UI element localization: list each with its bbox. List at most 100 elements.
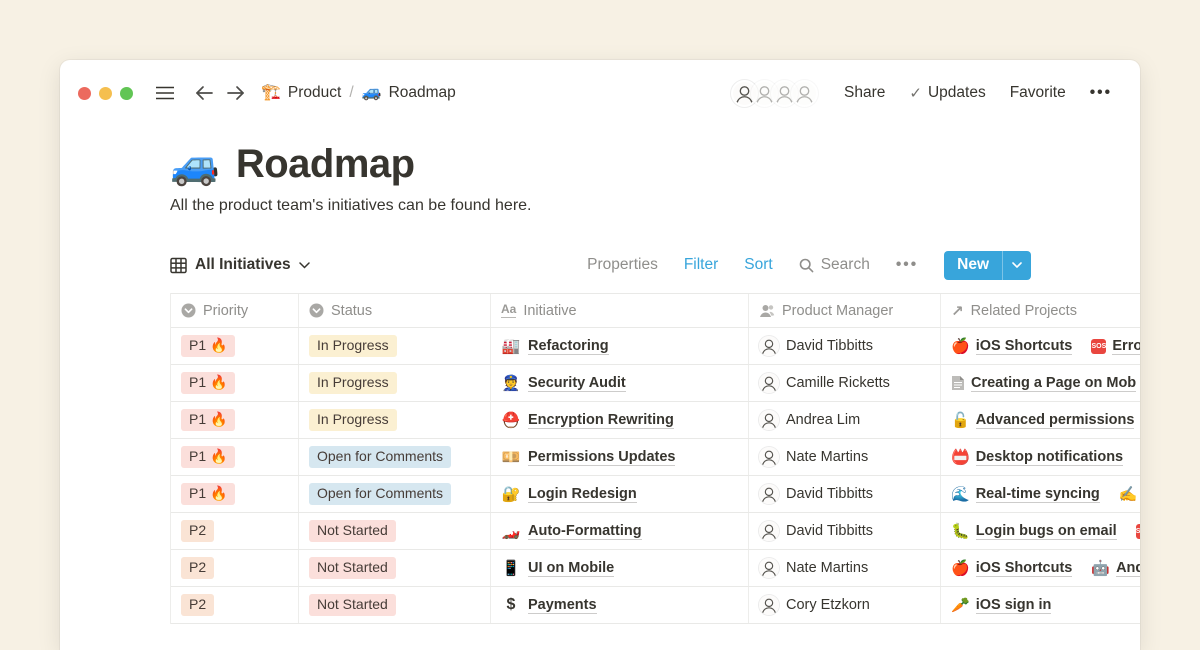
share-button[interactable]: Share [844,84,885,102]
column-header-related-projects[interactable]: ↗Related Projects [941,294,1140,327]
initiative-cell[interactable]: 🔐Login Redesign [491,476,749,512]
priority-cell[interactable]: P1 🔥 [171,365,299,401]
related-project-link[interactable]: iOS sign in [976,597,1052,614]
related-projects-cell[interactable]: 🍎iOS Shortcuts 🤖And [941,550,1140,586]
related-project[interactable]: 🤖And [1091,559,1140,577]
product-manager-cell[interactable]: Nate Martins [749,550,941,586]
related-project-link[interactable]: Real-time syncing [976,486,1100,503]
status-cell[interactable]: Open for Comments [299,439,491,475]
page-icon-car[interactable]: 🚙 [170,145,220,185]
priority-tag[interactable]: P1 🔥 [181,483,235,506]
priority-cell[interactable]: P2 [171,513,299,549]
status-cell[interactable]: In Progress [299,328,491,364]
related-project-link[interactable]: Advanced permissions [976,412,1135,429]
status-cell[interactable]: Not Started [299,513,491,549]
priority-cell[interactable]: P2 [171,587,299,623]
status-tag[interactable]: Not Started [309,520,396,543]
related-project-link[interactable]: iOS Shortcuts [976,338,1073,355]
initiative-link[interactable]: Auto-Formatting [528,523,642,540]
initiative-cell[interactable]: ⛑️Encryption Rewriting [491,402,749,438]
properties-button[interactable]: Properties [587,256,658,274]
close-window-button[interactable] [78,87,91,100]
priority-tag[interactable]: P1 🔥 [181,409,235,432]
view-more-options-icon[interactable]: ••• [896,256,918,274]
product-manager-cell[interactable]: David Tibbitts [749,476,941,512]
breadcrumb-roadmap[interactable]: Roadmap [389,84,456,102]
updates-button[interactable]: ✓ Updates [909,84,985,102]
related-project[interactable]: 🌊Real-time syncing [951,485,1100,503]
priority-tag[interactable]: P1 🔥 [181,446,235,469]
related-project-link[interactable]: And [1116,560,1140,577]
priority-cell[interactable]: P1 🔥 [171,476,299,512]
related-project[interactable]: 📛Desktop notifications [951,448,1123,466]
status-tag[interactable]: Not Started [309,594,396,617]
column-header-status[interactable]: Status [299,294,491,327]
product-manager-cell[interactable]: David Tibbitts [749,328,941,364]
related-project[interactable]: SOSErro [1091,338,1140,355]
initiative-cell[interactable]: 💴Permissions Updates [491,439,749,475]
status-tag[interactable]: In Progress [309,372,397,395]
related-projects-cell[interactable]: 🥕iOS sign in [941,587,1140,623]
priority-cell[interactable]: P1 🔥 [171,328,299,364]
initiative-link[interactable]: Refactoring [528,338,609,355]
status-cell[interactable]: In Progress [299,402,491,438]
related-projects-cell[interactable]: 🍎iOS Shortcuts SOSErro [941,328,1140,364]
related-project-link[interactable]: Desktop notifications [976,449,1123,466]
status-cell[interactable]: Not Started [299,587,491,623]
search-button[interactable]: Search [799,256,870,274]
related-projects-cell[interactable]: 🔓Advanced permissions [941,402,1140,438]
column-header-product-manager[interactable]: Product Manager [749,294,941,327]
related-project[interactable]: SOS [1136,524,1140,539]
initiative-link[interactable]: UI on Mobile [528,560,614,577]
initiative-cell[interactable]: 🏎️Auto-Formatting [491,513,749,549]
product-manager-cell[interactable]: Nate Martins [749,439,941,475]
status-cell[interactable]: Open for Comments [299,476,491,512]
status-cell[interactable]: In Progress [299,365,491,401]
more-options-icon[interactable]: ••• [1090,84,1112,102]
back-arrow-icon[interactable] [189,85,220,101]
priority-tag[interactable]: P1 🔥 [181,335,235,358]
initiative-link[interactable]: Permissions Updates [528,449,675,466]
status-cell[interactable]: Not Started [299,550,491,586]
priority-tag[interactable]: P2 [181,594,214,617]
initiative-cell[interactable]: 👮Security Audit [491,365,749,401]
status-tag[interactable]: Open for Comments [309,483,451,506]
initiative-cell[interactable]: 📱UI on Mobile [491,550,749,586]
status-tag[interactable]: Open for Comments [309,446,451,469]
status-tag[interactable]: In Progress [309,409,397,432]
related-project[interactable]: 🍎iOS Shortcuts [951,337,1072,355]
product-manager-cell[interactable]: Cory Etzkorn [749,587,941,623]
new-button[interactable]: New [944,251,1031,280]
related-project-link[interactable]: Erro [1112,338,1140,355]
related-project[interactable]: 🐛Login bugs on email [951,522,1117,540]
column-header-initiative[interactable]: AaInitiative [491,294,749,327]
priority-tag[interactable]: P2 [181,520,214,543]
related-project-link[interactable]: Login bugs on email [976,523,1117,540]
related-projects-cell[interactable]: 🌊Real-time syncing✍️ [941,476,1140,512]
related-project[interactable]: 🍎iOS Shortcuts [951,559,1072,577]
initiative-link[interactable]: Payments [528,597,597,614]
sidebar-menu-icon[interactable] [149,85,181,101]
priority-cell[interactable]: P2 [171,550,299,586]
related-project[interactable]: 🔓Advanced permissions [951,411,1134,429]
favorite-button[interactable]: Favorite [1010,84,1066,102]
related-projects-cell[interactable]: 📛Desktop notifications [941,439,1140,475]
related-project[interactable]: Creating a Page on Mob [951,375,1136,392]
related-projects-cell[interactable]: 🐛Login bugs on email SOS [941,513,1140,549]
related-project[interactable]: 🥕iOS sign in [951,596,1051,614]
priority-tag[interactable]: P2 [181,557,214,580]
filter-button[interactable]: Filter [684,256,718,274]
priority-tag[interactable]: P1 🔥 [181,372,235,395]
initiative-link[interactable]: Login Redesign [528,486,637,503]
related-projects-cell[interactable]: Creating a Page on Mob [941,365,1140,401]
initiative-link[interactable]: Security Audit [528,375,626,392]
column-header-priority[interactable]: Priority [171,294,299,327]
product-manager-cell[interactable]: David Tibbitts [749,513,941,549]
priority-cell[interactable]: P1 🔥 [171,439,299,475]
status-tag[interactable]: In Progress [309,335,397,358]
zoom-window-button[interactable] [120,87,133,100]
priority-cell[interactable]: P1 🔥 [171,402,299,438]
collaborator-avatars[interactable] [731,80,818,107]
status-tag[interactable]: Not Started [309,557,396,580]
forward-arrow-icon[interactable] [220,85,251,101]
